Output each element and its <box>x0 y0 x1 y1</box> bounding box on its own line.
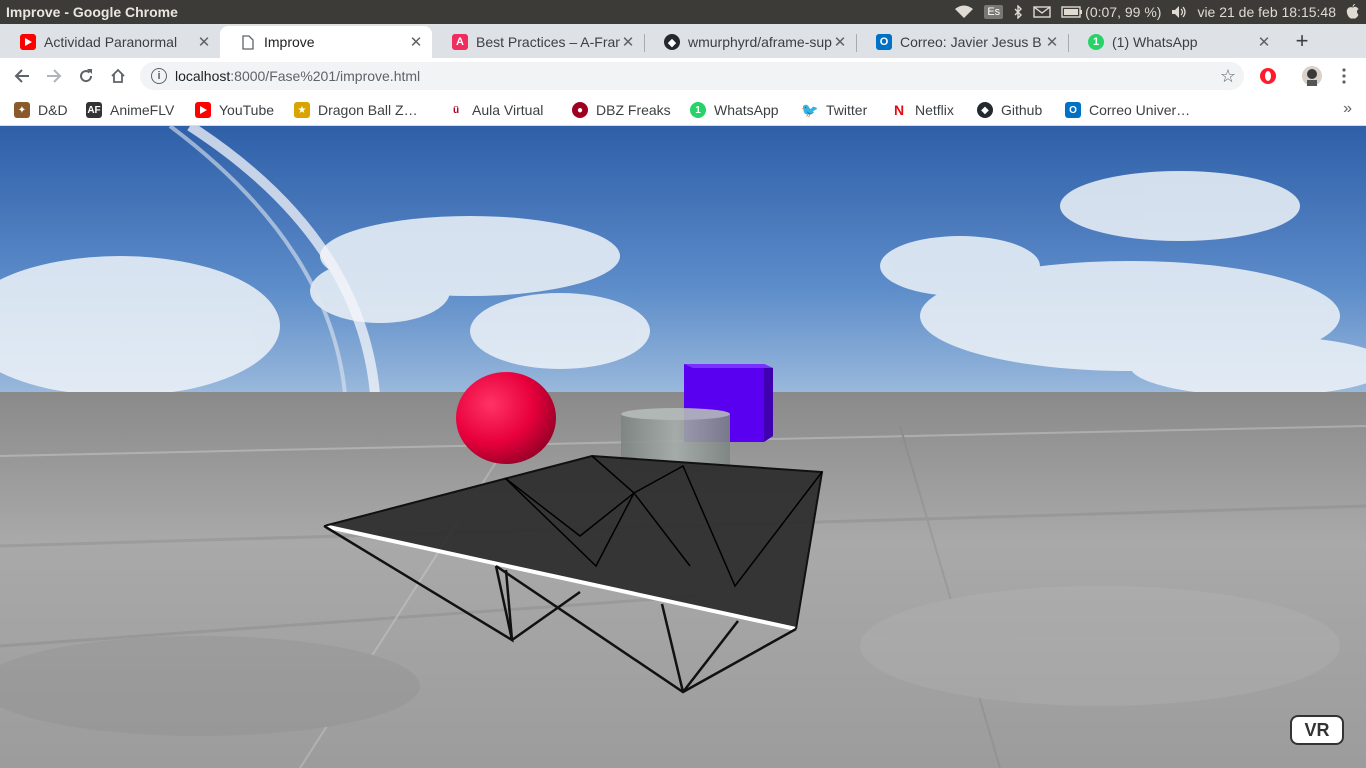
tab-best-practices[interactable]: A Best Practices – A-Frame ✕ <box>432 26 644 58</box>
tab-title: (1) WhatsApp <box>1112 34 1198 50</box>
whatsapp-icon: 1 <box>1088 34 1104 50</box>
bookmark-label: YouTube <box>219 102 275 118</box>
battery-text: (0:07, 99 %) <box>1085 4 1162 20</box>
url-host: localhost <box>175 68 231 84</box>
tab-whatsapp[interactable]: 1 (1) WhatsApp ✕ <box>1068 26 1280 58</box>
bookmark-label: D&D <box>38 102 68 118</box>
dnd-icon: ✦ <box>14 102 30 118</box>
reload-icon <box>80 69 93 83</box>
bookmark-label: Netflix <box>915 102 954 118</box>
bookmark-star-icon[interactable]: ☆ <box>1220 66 1236 87</box>
avatar-icon <box>1302 66 1322 86</box>
github-icon: ◆ <box>664 34 680 50</box>
vr-mode-button[interactable]: VR <box>1290 715 1344 745</box>
dragonball-icon: ★ <box>294 102 310 118</box>
menu-button[interactable] <box>1332 64 1356 88</box>
tab-strip: Actividad Paranormal ✕ Improve ✕ A Best … <box>0 24 1366 58</box>
apple-icon[interactable] <box>1346 4 1360 20</box>
system-tray: Es (0:07, 99 %) vie 21 de feb 18:15:48 <box>954 4 1366 20</box>
kebab-menu-icon <box>1342 68 1346 84</box>
youtube-icon <box>20 34 36 50</box>
close-icon[interactable]: ✕ <box>620 33 636 51</box>
bookmark-twitter[interactable]: 🐦 Twitter <box>801 100 868 120</box>
home-icon <box>111 68 125 83</box>
aframe-icon: A <box>452 34 468 50</box>
bookmark-label: AnimeFLV <box>110 102 175 118</box>
os-top-panel: Improve - Google Chrome Es (0:07, 99 %) … <box>0 0 1366 24</box>
keyboard-layout-indicator[interactable]: Es <box>984 5 1004 19</box>
browser-toolbar: i localhost:8000/Fase%201/improve.html ☆ <box>0 58 1366 94</box>
bookmarks-bar: ✦ D&D AF AnimeFLV YouTube ★ Dragon Ball … <box>0 94 1366 126</box>
aula-icon: ü <box>448 102 464 118</box>
bookmarks-overflow-chevron-icon[interactable]: » <box>1343 100 1352 118</box>
bookmark-whatsapp[interactable]: 1 WhatsApp <box>690 100 779 120</box>
red-sphere[interactable] <box>456 372 556 464</box>
tab-improve[interactable]: Improve ✕ <box>220 26 432 58</box>
close-icon[interactable]: ✕ <box>1256 33 1272 51</box>
netflix-icon: N <box>891 102 907 118</box>
bookmark-animeflv[interactable]: AF AnimeFLV <box>86 100 174 120</box>
bookmark-correo-univer[interactable]: O Correo Univer… <box>1065 100 1190 120</box>
youtube-icon <box>195 102 211 118</box>
mail-icon[interactable] <box>1033 6 1051 18</box>
bookmark-label: Github <box>1001 102 1043 118</box>
bookmark-dbz-freaks[interactable]: ● DBZ Freaks <box>572 100 671 120</box>
profile-avatar[interactable] <box>1300 64 1324 88</box>
tab-title: Improve <box>264 34 315 50</box>
wifi-icon[interactable] <box>954 5 974 19</box>
bookmark-label: DBZ Freaks <box>596 102 671 118</box>
window-title: Improve - Google Chrome <box>6 4 178 20</box>
volume-icon[interactable] <box>1171 5 1187 19</box>
tab-title: wmurphyrd/aframe-super-hands <box>688 34 832 50</box>
aframe-scene-canvas[interactable]: VR <box>0 126 1366 768</box>
github-icon: ◆ <box>977 102 993 118</box>
back-arrow-icon <box>14 69 29 83</box>
forward-button[interactable] <box>42 64 66 88</box>
bookmark-label: Correo Univer… <box>1089 102 1191 118</box>
close-icon[interactable]: ✕ <box>832 33 848 51</box>
close-icon[interactable]: ✕ <box>1044 33 1060 51</box>
outlook-icon: O <box>1065 102 1081 118</box>
bookmark-aula-virtual[interactable]: ü Aula Virtual <box>448 100 543 120</box>
tab-correo[interactable]: O Correo: Javier Jesus B ✕ <box>856 26 1068 58</box>
bookmark-netflix[interactable]: N Netflix <box>891 100 954 120</box>
forward-arrow-icon <box>47 69 62 83</box>
bookmark-dragon-ball[interactable]: ★ Dragon Ball Z… <box>294 100 418 120</box>
opera-icon <box>1260 68 1276 84</box>
clock[interactable]: vie 21 de feb 18:15:48 <box>1197 4 1336 20</box>
tab-aframe-super-hands[interactable]: ◆ wmurphyrd/aframe-super-hands ✕ <box>644 26 856 58</box>
bookmark-label: Dragon Ball Z… <box>318 102 418 118</box>
bookmark-youtube[interactable]: YouTube <box>195 100 274 120</box>
reload-button[interactable] <box>74 64 98 88</box>
battery-indicator[interactable]: (0:07, 99 %) <box>1061 4 1161 20</box>
twitter-icon: 🐦 <box>801 101 819 118</box>
address-bar[interactable]: i localhost:8000/Fase%201/improve.html ☆ <box>140 62 1244 90</box>
tab-title: Actividad Paranormal <box>44 34 178 50</box>
bookmark-label: Aula Virtual <box>472 102 544 118</box>
home-button[interactable] <box>106 64 130 88</box>
tab-title: Best Practices – A-Frame <box>476 34 620 50</box>
tab-actividad-paranormal[interactable]: Actividad Paranormal ✕ <box>0 26 220 58</box>
bookmark-label: Twitter <box>826 102 868 118</box>
scene-render <box>0 126 1366 768</box>
animeflv-icon: AF <box>86 102 102 118</box>
outlook-icon: O <box>876 34 892 50</box>
bookmark-github[interactable]: ◆ Github <box>977 100 1042 120</box>
page-icon <box>240 34 256 50</box>
info-icon[interactable]: i <box>151 68 167 84</box>
tab-title: Correo: Javier Jesus B <box>900 34 1042 50</box>
new-tab-button[interactable]: + <box>1290 30 1314 54</box>
bluetooth-icon[interactable] <box>1013 5 1023 19</box>
back-button[interactable] <box>10 64 34 88</box>
bookmark-label: WhatsApp <box>714 102 779 118</box>
bookmark-dnd[interactable]: ✦ D&D <box>14 100 68 120</box>
dbzfreaks-icon: ● <box>572 102 588 118</box>
close-icon[interactable]: ✕ <box>196 33 212 51</box>
close-icon[interactable]: ✕ <box>408 33 424 51</box>
opera-extension-button[interactable] <box>1256 64 1280 88</box>
url-path: :8000/Fase%201/improve.html <box>230 68 421 84</box>
whatsapp-icon: 1 <box>690 102 706 118</box>
